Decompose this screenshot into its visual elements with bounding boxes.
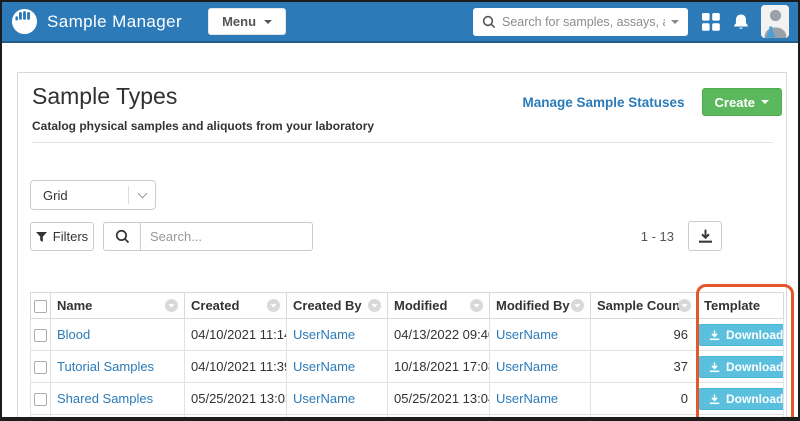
column-header-modified[interactable]: Modified (388, 293, 490, 319)
column-header-sample-count[interactable]: Sample Count (591, 293, 698, 319)
notifications-bell-icon[interactable] (732, 13, 750, 31)
search-icon (482, 15, 496, 29)
section-divider (32, 142, 773, 143)
column-label: Created (191, 298, 239, 313)
select-all-checkbox[interactable] (34, 300, 47, 313)
page-subtitle: Catalog physical samples and aliquots fr… (32, 119, 374, 133)
export-download-icon (698, 229, 713, 244)
grid-toolbar: Filters 1 - 13 (30, 222, 774, 252)
menu-button[interactable]: Menu (208, 8, 286, 35)
grid-header-row: Name Created Created By Modified Modified By… (31, 293, 784, 319)
chevron-down-icon (761, 100, 769, 104)
modified-cell: 04/13/2022 09:40 (388, 319, 490, 351)
modified-cell: 10/18/2021 17:08 (388, 351, 490, 383)
create-button-label: Create (715, 95, 755, 110)
sample-count-cell: 96 (591, 319, 698, 351)
column-label: Template (704, 298, 760, 313)
content-card: Sample Types Catalog physical samples an… (17, 72, 787, 421)
created-cell: 04/10/2021 11:39 (185, 351, 287, 383)
column-header-created-by[interactable]: Created By (287, 293, 388, 319)
name-link[interactable]: Shared Samples (57, 391, 153, 406)
chevron-down-icon (128, 186, 155, 204)
table-row: Shared Samples 05/25/2021 13:03 UserName 05… (31, 383, 784, 415)
created-by-link[interactable]: UserName (293, 359, 355, 374)
filter-funnel-icon (36, 232, 47, 242)
created-cell: 04/10/2021 11:14 (185, 319, 287, 351)
sort-icon[interactable] (470, 299, 483, 312)
name-link[interactable]: Tutorial Samples (57, 359, 154, 374)
row-checkbox[interactable] (34, 361, 47, 374)
app-logo-icon[interactable] (11, 8, 38, 35)
sample-count-cell: 0 (591, 383, 698, 415)
sort-icon[interactable] (678, 299, 691, 312)
grid-search-input[interactable] (141, 222, 313, 251)
created-by-link[interactable]: UserName (293, 327, 355, 342)
download-icon (709, 330, 720, 341)
view-mode-select[interactable]: Grid (30, 180, 156, 210)
sort-icon[interactable] (368, 299, 381, 312)
global-search-input[interactable] (502, 15, 665, 29)
table-row: Tutorial Samples 04/10/2021 11:39 UserName… (31, 351, 784, 383)
toolbar-right: 1 - 13 (641, 221, 722, 251)
app-title: Sample Manager (47, 12, 182, 32)
download-icon (709, 394, 720, 405)
global-search (473, 8, 688, 36)
modified-by-link[interactable]: UserName (496, 359, 558, 374)
download-template-button[interactable]: Download (698, 356, 784, 378)
grid-search (103, 222, 313, 251)
sample-types-table: Name Created Created By Modified Modified By… (30, 292, 784, 421)
menu-button-label: Menu (222, 14, 256, 29)
download-button-label: Download (726, 328, 783, 342)
create-button[interactable]: Create (702, 88, 782, 116)
sort-icon[interactable] (267, 299, 280, 312)
page-actions: Manage Sample Statuses Create (522, 88, 782, 116)
column-label: Sample Count (597, 298, 684, 313)
sort-icon[interactable] (165, 299, 178, 312)
apps-grid-icon[interactable] (702, 13, 720, 31)
row-checkbox[interactable] (34, 393, 47, 406)
download-button-label: Download (726, 392, 783, 406)
modified-by-link[interactable]: UserName (496, 391, 558, 406)
modified-cell: 05/25/2021 13:04 (388, 383, 490, 415)
top-nav: Sample Manager Menu (2, 2, 798, 43)
column-label: Modified By (496, 298, 570, 313)
manage-sample-statuses-link[interactable]: Manage Sample Statuses (522, 95, 684, 110)
search-scope-caret-icon[interactable] (671, 20, 679, 24)
column-label: Name (57, 298, 92, 313)
column-label: Modified (394, 298, 447, 313)
column-header-modified-by[interactable]: Modified By (490, 293, 591, 319)
download-template-button[interactable]: Download (698, 388, 784, 410)
sample-count-cell: 37 (591, 351, 698, 383)
created-cell: 05/25/2021 13:03 (185, 383, 287, 415)
download-icon (709, 362, 720, 373)
created-by-link[interactable]: UserName (293, 391, 355, 406)
column-header-created[interactable]: Created (185, 293, 287, 319)
app-window: Sample Manager Menu (0, 0, 800, 421)
sort-icon[interactable] (571, 299, 584, 312)
row-checkbox[interactable] (34, 329, 47, 342)
table-row: Blood 04/10/2021 11:14 UserName 04/13/2022 … (31, 319, 784, 351)
name-link[interactable]: Blood (57, 327, 90, 342)
grid-body: Blood 04/10/2021 11:14 UserName 04/13/2022 … (31, 319, 784, 421)
view-mode-value: Grid (31, 188, 128, 203)
column-header-template[interactable]: Template (698, 293, 784, 319)
filters-button[interactable]: Filters (30, 222, 94, 251)
search-icon[interactable] (103, 222, 141, 251)
column-header-name[interactable]: Name (51, 293, 185, 319)
column-label: Created By (293, 298, 362, 313)
chevron-down-icon (264, 20, 272, 24)
pagination-label: 1 - 13 (641, 229, 674, 244)
select-all-header[interactable] (31, 293, 51, 319)
modified-by-link[interactable]: UserName (496, 327, 558, 342)
download-button-label: Download (726, 360, 783, 374)
download-template-button[interactable]: Download (698, 324, 784, 346)
filters-button-label: Filters (53, 229, 88, 244)
page-title: Sample Types (32, 83, 177, 110)
export-button[interactable] (688, 221, 722, 251)
table-row-partial: Download (31, 415, 784, 421)
user-avatar[interactable] (761, 5, 789, 38)
